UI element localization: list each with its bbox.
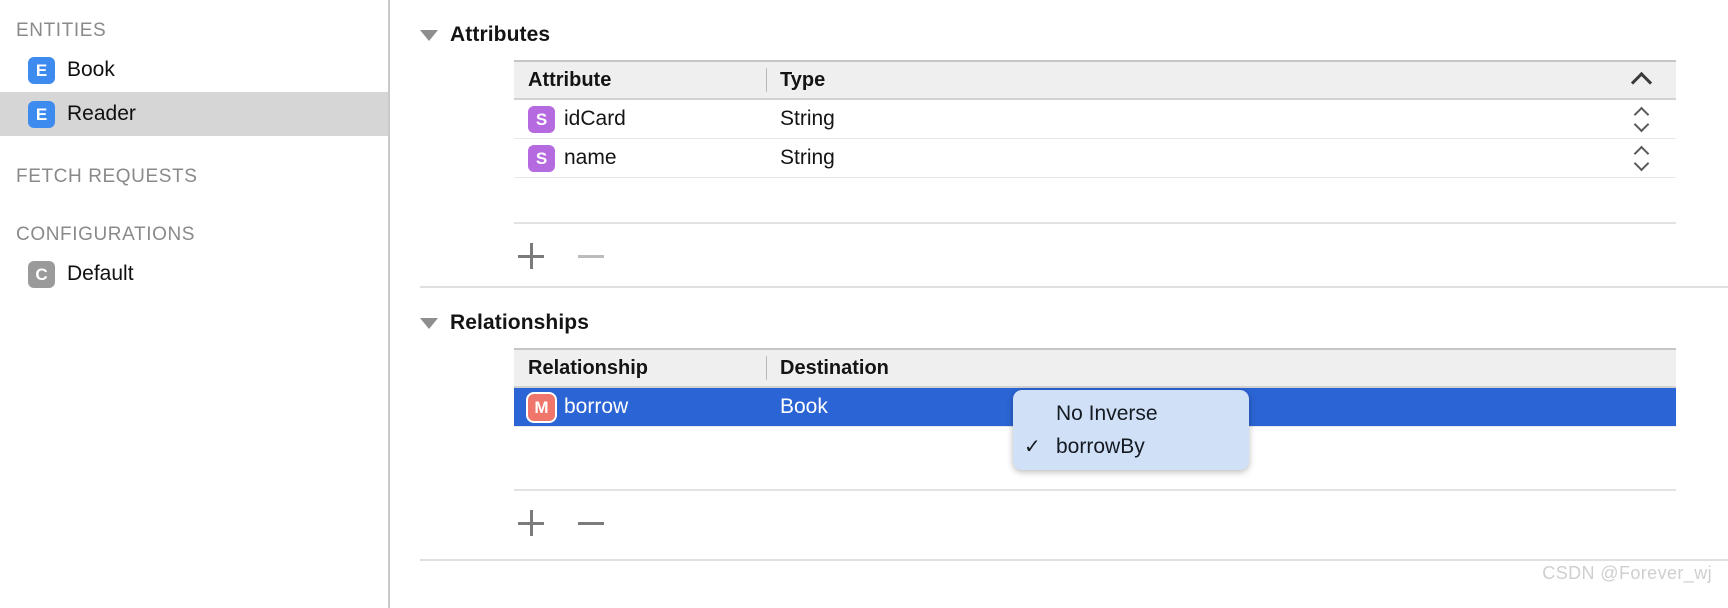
relationship-destination-label: Book [780, 395, 828, 418]
relationship-name-label: borrow [564, 395, 629, 418]
disclosure-triangle-down-icon[interactable] [420, 30, 438, 41]
relationships-add-remove-bar [514, 503, 1728, 543]
remove-attribute-button[interactable] [574, 239, 608, 273]
chevron-up-icon [1630, 71, 1652, 94]
relationship-badge-icon: M [528, 393, 555, 421]
sidebar: ENTITIES E Book E Reader FETCH REQUESTS … [0, 0, 390, 608]
menu-item-borrowby[interactable]: ✓ borrowBy [1013, 430, 1249, 463]
relationships-section-title: Relationships [450, 310, 589, 334]
attribute-name-cell[interactable]: S name [514, 144, 766, 172]
attribute-badge-icon: S [528, 144, 555, 172]
column-header-type[interactable]: Type [766, 61, 1606, 99]
sidebar-section-header-entities: ENTITIES [16, 20, 107, 41]
remove-relationship-button[interactable] [574, 506, 608, 540]
sidebar-item-label: Book [67, 58, 115, 81]
attribute-name-label: name [564, 146, 617, 169]
attributes-table: Attribute Type S idCard String S name St… [514, 60, 1676, 224]
sidebar-item-default[interactable]: C Default [0, 252, 390, 296]
sidebar-item-label: Reader [67, 102, 136, 125]
core-data-model-editor: ENTITIES E Book E Reader FETCH REQUESTS … [0, 0, 1728, 608]
menu-item-label: No Inverse [1056, 401, 1158, 425]
attribute-type-stepper[interactable] [1606, 106, 1676, 132]
table-row[interactable]: S name String [514, 139, 1676, 178]
menu-item-label: borrowBy [1056, 434, 1145, 458]
main-content: Attributes Attribute Type S idCard Strin… [390, 0, 1728, 608]
attribute-type-label: String [780, 107, 835, 130]
column-header-relationship[interactable]: Relationship [514, 349, 766, 387]
add-attribute-button[interactable] [514, 239, 548, 273]
sidebar-section-header-configurations: CONFIGURATIONS [16, 224, 196, 245]
checkmark-icon: ✓ [1024, 436, 1041, 458]
attribute-badge-icon: S [528, 105, 555, 133]
entity-badge-icon: E [28, 56, 55, 84]
disclosure-triangle-down-icon[interactable] [420, 318, 438, 329]
inverse-relationship-dropdown-menu[interactable]: No Inverse ✓ borrowBy [1013, 390, 1249, 470]
attributes-table-header: Attribute Type [514, 62, 1676, 100]
configuration-badge-icon: C [28, 260, 55, 288]
column-header-attribute[interactable]: Attribute [514, 61, 766, 99]
attributes-section-header[interactable]: Attributes [405, 0, 1728, 46]
attribute-type-label: String [780, 146, 835, 169]
attribute-name-label: idCard [564, 107, 626, 130]
sidebar-section-header-fetch-requests: FETCH REQUESTS [16, 166, 198, 187]
table-row[interactable]: S idCard String [514, 100, 1676, 139]
stepper-up-down-icon [1633, 145, 1649, 171]
sidebar-item-reader[interactable]: E Reader [0, 92, 390, 136]
attribute-type-cell[interactable]: String [766, 107, 1606, 131]
attributes-add-remove-bar [514, 236, 1728, 276]
bottom-divider [420, 559, 1728, 561]
relationship-name-cell[interactable]: M borrow [514, 393, 766, 421]
watermark-text: CSDN @Forever_wj [1542, 563, 1712, 583]
attribute-type-stepper[interactable] [1606, 145, 1676, 171]
attributes-table-empty-area [514, 178, 1676, 224]
menu-item-no-inverse[interactable]: No Inverse [1013, 397, 1249, 430]
sidebar-item-label: Default [67, 262, 134, 285]
relationships-table-header: Relationship Destination [514, 350, 1676, 388]
sidebar-item-book[interactable]: E Book [0, 48, 390, 92]
stepper-up-down-icon [1633, 106, 1649, 132]
column-header-destination[interactable]: Destination [766, 349, 1606, 387]
add-relationship-button[interactable] [514, 506, 548, 540]
entity-badge-icon: E [28, 100, 55, 128]
attribute-type-cell[interactable]: String [766, 146, 1606, 170]
relationships-section-header[interactable]: Relationships [405, 288, 1728, 334]
column-sort-indicator[interactable] [1606, 70, 1676, 94]
attributes-section-title: Attributes [450, 22, 551, 46]
attribute-name-cell[interactable]: S idCard [514, 105, 766, 133]
